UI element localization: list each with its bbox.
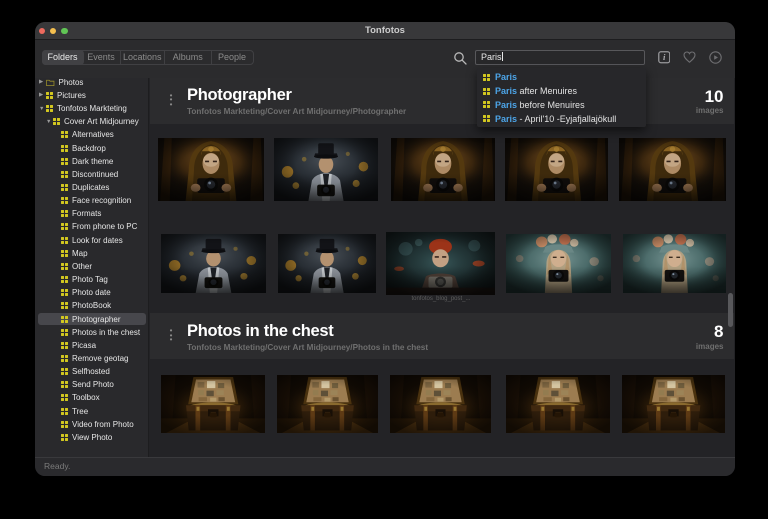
svg-text:i: i xyxy=(663,52,666,62)
